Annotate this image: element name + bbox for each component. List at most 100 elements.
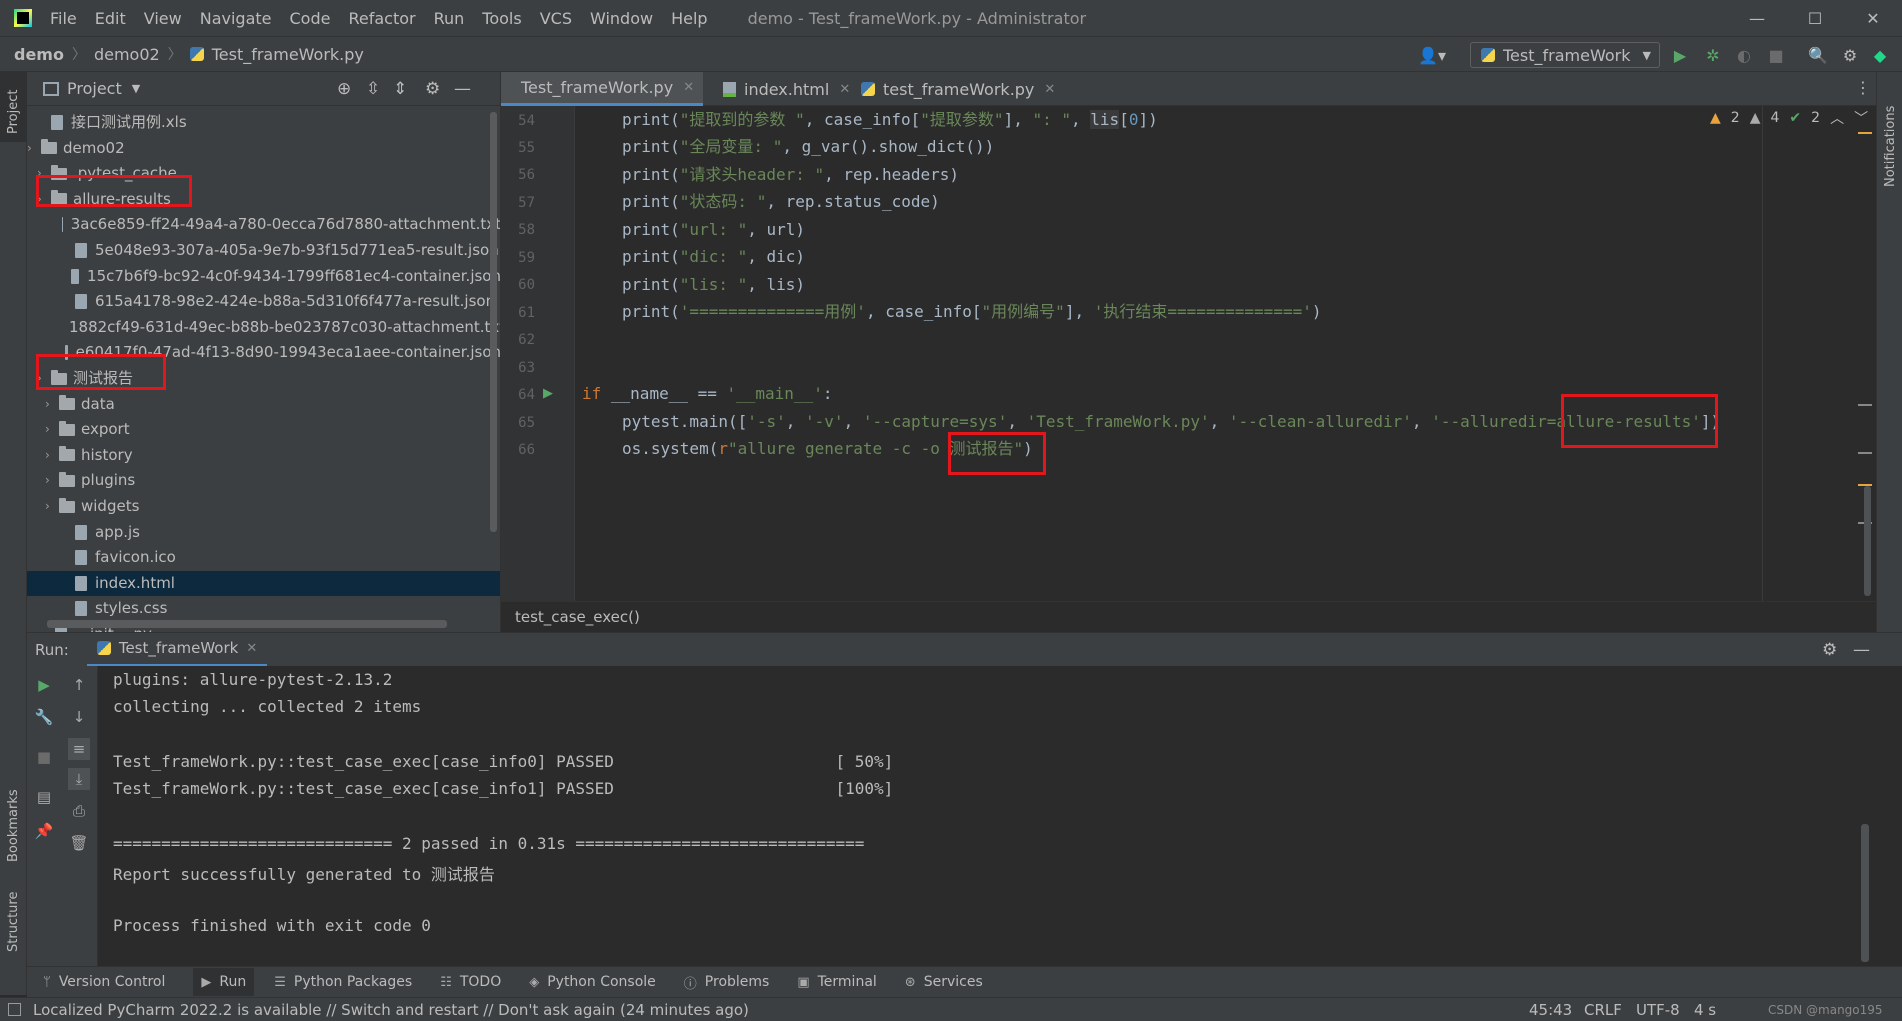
menu-edit[interactable]: Edit [95, 9, 126, 28]
menu-view[interactable]: View [144, 9, 182, 28]
more-tabs-icon[interactable]: ⋮ [1855, 78, 1871, 97]
function-breadcrumb[interactable]: test_case_exec() [515, 608, 640, 626]
tab-test-framework-lower-py[interactable]: test_frameWork.py ✕ [849, 72, 1067, 106]
tree-scrollbar[interactable] [490, 112, 497, 532]
tree-folder[interactable]: › 测试报告 [27, 366, 500, 391]
run-gutter-icon[interactable]: ▶ [543, 386, 553, 401]
menu-run[interactable]: Run [434, 9, 465, 28]
tool-run[interactable]: ▶ Run [193, 968, 255, 996]
tree-file[interactable]: index.html [27, 570, 500, 596]
editor-scrollbar[interactable] [1864, 486, 1871, 596]
tool-todo[interactable]: ☷ TODO [440, 974, 501, 990]
chevron-right-icon[interactable]: › [37, 366, 51, 391]
line-separator[interactable]: CRLF [1584, 1001, 1622, 1019]
close-tab-icon[interactable]: ✕ [683, 80, 694, 95]
tree-file[interactable]: 1882cf49-631d-49ec-b88b-be023787c030-att… [27, 315, 500, 340]
crumb-folder[interactable]: demo02 [94, 45, 160, 64]
tree-file[interactable]: 5e048e93-307a-405a-9e7b-93f15d771ea5-res… [27, 238, 500, 263]
tree-folder[interactable]: › allure-results [27, 187, 500, 212]
menu-window[interactable]: Window [590, 9, 653, 28]
collapse-all-icon[interactable]: ⇕ [393, 79, 407, 99]
search-icon[interactable]: 🔍 [1808, 45, 1828, 65]
print-icon[interactable]: ⎙ [68, 800, 90, 822]
tree-folder[interactable]: › data [27, 392, 500, 417]
tree-hscrollbar[interactable] [47, 620, 447, 628]
tool-python-console[interactable]: ◈ Python Console [529, 974, 656, 990]
menu-code[interactable]: Code [290, 9, 331, 28]
run-settings-icon[interactable]: ⚙ [1822, 640, 1837, 660]
plugin-icon[interactable]: ◆ [1870, 45, 1890, 65]
coverage-icon[interactable]: ◐ [1734, 45, 1754, 65]
menu-refactor[interactable]: Refactor [348, 9, 415, 28]
run-tab[interactable]: Test_frameWork ✕ [86, 633, 268, 667]
chevron-right-icon[interactable]: › [45, 392, 59, 417]
tool-problems[interactable]: ⓘ Problems [684, 973, 770, 992]
chevron-right-icon[interactable]: › [45, 417, 59, 442]
tab-index-html[interactable]: index.html ✕ [711, 72, 862, 106]
tree-folder[interactable]: › export [27, 417, 500, 442]
tree-file[interactable]: styles.css [27, 596, 500, 621]
stop-icon[interactable]: ■ [33, 746, 55, 768]
chevron-right-icon[interactable]: › [45, 443, 59, 468]
chevron-right-icon[interactable]: › [37, 187, 51, 212]
tool-services[interactable]: ⊛ Services [905, 974, 983, 990]
pin-icon[interactable]: 📌 [33, 820, 55, 842]
chevron-up-icon[interactable]: ︿ [1830, 108, 1844, 128]
expand-all-icon[interactable]: ⇳ [366, 79, 380, 99]
menu-file[interactable]: File [50, 9, 77, 28]
locate-icon[interactable]: ⊕ [337, 79, 351, 99]
tree-file[interactable]: 615a4178-98e2-424e-b88a-5d310f6f477a-res… [27, 289, 500, 314]
file-encoding[interactable]: UTF-8 [1636, 1001, 1680, 1019]
close-tab-icon[interactable]: ✕ [246, 641, 257, 656]
trash-icon[interactable]: 🗑 [68, 832, 90, 854]
crumb-file[interactable]: Test_frameWork.py [212, 45, 364, 64]
rerun-icon[interactable]: ▶ [33, 674, 55, 696]
crumb-project[interactable]: demo [14, 45, 64, 64]
notifications-stripe-label[interactable]: Notifications [1883, 106, 1898, 187]
project-header-label[interactable]: Project [67, 79, 122, 98]
run-console[interactable]: plugins: allure-pytest-2.13.2 collecting… [98, 666, 1876, 966]
menu-vcs[interactable]: VCS [540, 9, 572, 28]
tree-file[interactable]: 接口测试用例.xls [27, 110, 500, 135]
tree-file[interactable]: 3ac6e859-ff24-49a4-a780-0ecca76d7880-att… [27, 212, 500, 237]
tool-version-control[interactable]: ᛘ Version Control [43, 974, 165, 990]
run-icon[interactable]: ▶ [1670, 45, 1690, 65]
tree-folder[interactable]: › widgets [27, 494, 500, 519]
structure-stripe-label[interactable]: Structure [6, 892, 21, 952]
settings-gear-icon[interactable]: ⚙ [1840, 45, 1860, 65]
layout-icon[interactable]: ▤ [33, 786, 55, 808]
project-stripe-tab[interactable]: Project [0, 72, 27, 142]
minimize-button[interactable]: — [1728, 0, 1786, 36]
tree-folder[interactable]: › demo02 [27, 136, 500, 161]
code-editor[interactable]: print("提取到的参数 ", case_info["提取参数"], ": "… [574, 106, 1876, 601]
scroll-to-end-icon[interactable]: ⤓ [68, 768, 90, 790]
wrench-icon[interactable]: 🔧 [33, 706, 55, 728]
toggle-tool-windows-icon[interactable] [8, 1003, 21, 1016]
run-config-select[interactable]: Test_frameWork ▼ [1470, 42, 1660, 68]
chevron-right-icon[interactable]: › [45, 494, 59, 519]
bookmarks-stripe-label[interactable]: Bookmarks [6, 789, 21, 862]
soft-wrap-icon[interactable]: ≡ [68, 738, 90, 760]
close-window-button[interactable]: ✕ [1844, 0, 1902, 36]
hide-panel-icon[interactable]: — [454, 79, 471, 99]
tree-folder[interactable]: › .pytest_cache [27, 161, 500, 186]
chevron-right-icon[interactable]: › [37, 161, 51, 186]
arrow-down-icon[interactable]: ↓ [68, 706, 90, 728]
indent-setting[interactable]: 4 s [1694, 1001, 1716, 1019]
hide-run-panel-icon[interactable]: — [1853, 640, 1870, 660]
user-account-icon[interactable]: 👤▾ [1415, 45, 1449, 65]
tree-folder[interactable]: › history [27, 443, 500, 468]
dropdown-arrow-icon[interactable]: ▼ [132, 82, 140, 95]
panel-settings-icon[interactable]: ⚙ [425, 79, 440, 99]
chevron-right-icon[interactable]: › [45, 468, 59, 493]
menu-navigate[interactable]: Navigate [200, 9, 272, 28]
console-scrollbar[interactable] [1861, 824, 1869, 962]
chevron-down-icon[interactable]: ﹀ [1854, 108, 1868, 128]
menu-tools[interactable]: Tools [482, 9, 521, 28]
inspection-widget[interactable]: ▲ 2 ▲ 4 ✔ 2 ︿ ﹀ [1710, 106, 1868, 130]
tree-file[interactable]: e60417f0-47ad-4f13-8d90-19943eca1aee-con… [27, 340, 500, 365]
tree-file[interactable]: app.js [27, 520, 500, 545]
tree-folder[interactable]: › plugins [27, 468, 500, 493]
menu-help[interactable]: Help [671, 9, 707, 28]
tool-python-packages[interactable]: ☰ Python Packages [274, 974, 412, 990]
